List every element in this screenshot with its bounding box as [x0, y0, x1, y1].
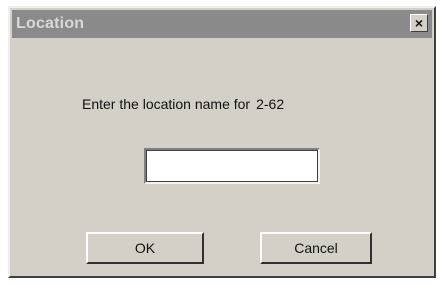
location-name-input[interactable]: [144, 148, 320, 184]
close-button[interactable]: ×: [410, 14, 428, 32]
title-bar[interactable]: Location ×: [12, 10, 432, 38]
cancel-button[interactable]: Cancel: [260, 232, 372, 264]
location-dialog: Location × Enter the location name for 2-…: [8, 6, 436, 278]
window-title: Location: [16, 15, 85, 32]
ok-button[interactable]: OK: [86, 232, 204, 264]
prompt-target: 2-62: [256, 96, 285, 112]
prompt-label: Enter the location name for 2-62: [82, 96, 284, 112]
prompt-text: Enter the location name for: [82, 96, 251, 112]
close-icon: ×: [414, 15, 424, 31]
